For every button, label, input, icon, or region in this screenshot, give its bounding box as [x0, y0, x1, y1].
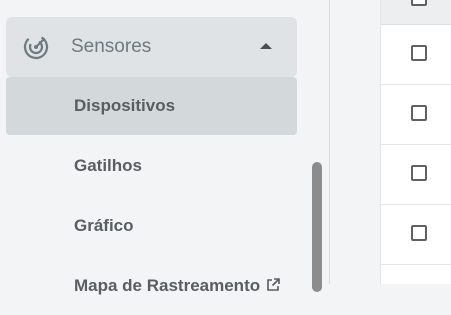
table-row[interactable]	[381, 205, 451, 265]
sidebar-scrollbar-thumb[interactable]	[312, 162, 322, 292]
table-header	[381, 0, 451, 25]
sidebar-item-label: Gatilhos	[74, 156, 143, 175]
content-gutter	[330, 0, 380, 284]
row-checkbox[interactable]	[411, 225, 427, 241]
radar-icon	[23, 34, 49, 60]
table-row[interactable]	[381, 145, 451, 205]
chevron-up-icon[interactable]	[260, 43, 272, 49]
sidebar-item-label: Mapa de Rastreamento	[74, 276, 261, 295]
sidebar-item-gatilhos[interactable]: Gatilhos	[6, 137, 297, 195]
row-checkbox[interactable]	[411, 105, 427, 121]
sidebar-item-grafico[interactable]: Gráfico	[6, 197, 297, 255]
sidebar-item-label-wrap: Mapa de Rastreamento	[74, 275, 280, 297]
data-table	[380, 0, 451, 284]
sidebar-item-dispositivos[interactable]: Dispositivos	[6, 77, 297, 135]
table-row[interactable]	[381, 25, 451, 85]
table-row[interactable]	[381, 85, 451, 145]
sidebar: Sensores Dispositivos Gatilhos Gráfico M…	[0, 0, 307, 295]
sidebar-item-mapa-de-rastreamento[interactable]: Mapa de Rastreamento	[6, 257, 297, 315]
row-checkbox[interactable]	[411, 45, 427, 61]
external-link-icon	[267, 278, 280, 291]
sidebar-item-label: Gráfico	[74, 216, 134, 235]
sidebar-group-sensores[interactable]: Sensores	[6, 17, 297, 77]
sidebar-item-label: Dispositivos	[74, 96, 176, 115]
select-all-checkbox[interactable]	[411, 0, 427, 6]
sidebar-group-label: Sensores	[71, 36, 152, 57]
row-checkbox[interactable]	[411, 165, 427, 181]
